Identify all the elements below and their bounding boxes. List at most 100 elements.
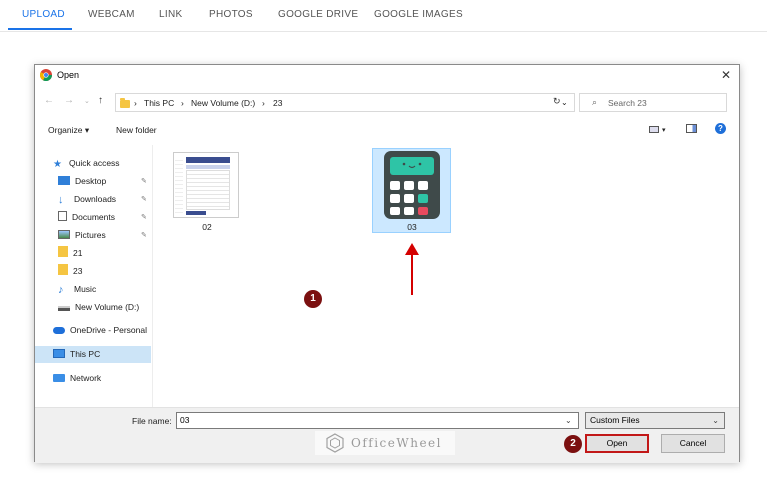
file-item-02[interactable]: 02 — [169, 148, 245, 233]
file-name-03: 03 — [407, 222, 417, 232]
open-button[interactable]: Open — [585, 434, 649, 453]
breadcrumb-folder-23[interactable]: 23 — [273, 98, 282, 108]
sidebar-item-downloads[interactable]: ↓ Downloads — [58, 191, 116, 207]
step-badge-2: 2 — [564, 435, 582, 453]
file-name-label: File name: — [132, 416, 172, 426]
forward-arrow-icon[interactable]: → — [64, 95, 74, 106]
sidebar-item-documents[interactable]: Documents — [58, 209, 115, 225]
folder-icon — [58, 246, 68, 257]
tab-webcam[interactable]: WEBCAM — [88, 9, 135, 20]
upload-tab-bar: UPLOAD WEBCAM LINK PHOTOS GOOGLE DRIVE G… — [0, 0, 767, 32]
folder-icon — [120, 98, 130, 108]
up-arrow-icon[interactable]: ↑ — [98, 95, 103, 106]
sidebar-item-label: New Volume (D:) — [75, 302, 140, 312]
chevron-down-icon[interactable]: ⌄ — [561, 98, 568, 107]
spreadsheet-thumbnail — [173, 152, 239, 218]
sidebar-item-label: 23 — [73, 266, 83, 276]
desktop-icon — [58, 176, 70, 185]
sidebar-item-label: Pictures — [75, 230, 106, 240]
tab-google-images[interactable]: GOOGLE IMAGES — [374, 9, 463, 20]
pin-icon: ✎ — [141, 196, 147, 203]
sidebar-item-desktop[interactable]: Desktop — [58, 173, 106, 189]
breadcrumb-separator: › — [262, 98, 265, 108]
cancel-button[interactable]: Cancel — [661, 434, 725, 453]
view-options-icon[interactable]: ▾ — [649, 124, 666, 134]
address-bar[interactable]: › This PC › New Volume (D:) › 23 ⌄ — [115, 93, 575, 112]
download-icon: ↓ — [58, 194, 64, 206]
sidebar-item-folder-21[interactable]: 21 — [58, 245, 82, 261]
sidebar-item-folder-23[interactable]: 23 — [58, 263, 82, 279]
new-folder-button[interactable]: New folder — [116, 125, 157, 135]
folder-icon — [58, 264, 68, 275]
documents-icon — [58, 211, 67, 221]
sidebar-item-label: Documents — [72, 212, 115, 222]
tab-google-drive[interactable]: GOOGLE DRIVE — [278, 9, 358, 20]
pin-icon: ✎ — [141, 178, 147, 185]
preview-pane-icon[interactable] — [686, 124, 697, 135]
search-input[interactable]: Search 23 — [608, 98, 647, 108]
sidebar-item-label: This PC — [70, 349, 101, 359]
pictures-icon — [58, 230, 70, 239]
sidebar-item-label: 21 — [73, 248, 83, 258]
file-item-03[interactable]: 03 — [372, 148, 451, 233]
navigation-pane: ★ Quick access Desktop ↓ Downloads Documen… — [35, 145, 153, 407]
watermark-logo-icon — [326, 433, 344, 453]
file-name-02: 02 — [202, 222, 212, 232]
sidebar-item-this-pc[interactable]: This PC — [53, 346, 100, 362]
sidebar-item-label: Music — [74, 284, 97, 294]
sidebar-item-quick-access[interactable]: ★ Quick access — [53, 155, 120, 171]
tab-photos[interactable]: PHOTOS — [209, 9, 253, 20]
pin-icon: ✎ — [141, 214, 147, 221]
sidebar-item-network[interactable]: Network — [53, 370, 101, 386]
calculator-icon — [384, 151, 440, 219]
cloud-icon — [53, 327, 65, 334]
pc-icon — [53, 349, 65, 358]
help-icon[interactable]: ? — [715, 123, 726, 134]
navigation-row: ← → ⌄ ↑ › This PC › New Volume (D:) › 23… — [35, 91, 739, 113]
annotation-arrow — [411, 253, 413, 295]
breadcrumb-new-volume[interactable]: New Volume (D:) — [191, 98, 255, 108]
music-icon: ♪ — [58, 284, 64, 296]
recent-locations-icon[interactable]: ⌄ — [84, 97, 90, 105]
sidebar-item-label: Downloads — [74, 194, 117, 204]
breadcrumb-separator: › — [134, 98, 137, 108]
file-type-select[interactable]: Custom Files ⌄ — [585, 412, 725, 429]
breadcrumb-this-pc[interactable]: This PC — [144, 98, 174, 108]
watermark-text: OfficeWheel — [351, 436, 442, 450]
refresh-icon[interactable]: ↻ — [553, 96, 561, 107]
breadcrumb-separator: › — [181, 98, 184, 108]
chrome-icon — [40, 69, 52, 81]
chevron-down-icon: ⌄ — [712, 416, 719, 425]
close-icon[interactable]: ✕ — [721, 68, 731, 82]
sidebar-item-label: Desktop — [75, 176, 107, 186]
sidebar-item-label: Quick access — [69, 158, 120, 168]
dialog-toolbar: Organize ▾ New folder ▾ ? — [35, 121, 739, 139]
search-icon: ⌕ — [592, 97, 598, 107]
file-list: 02 03 1 — [161, 145, 736, 407]
dialog-title: Open — [57, 70, 80, 80]
sidebar-item-music[interactable]: ♪ Music — [58, 281, 96, 297]
dialog-titlebar: Open ✕ — [35, 65, 739, 87]
pin-icon: ✎ — [141, 232, 147, 239]
network-icon — [53, 374, 65, 382]
tab-upload[interactable]: UPLOAD — [22, 9, 65, 20]
drive-icon — [58, 306, 70, 311]
search-box[interactable]: ⌕ Search 23 — [579, 93, 727, 112]
organize-button[interactable]: Organize ▾ — [48, 125, 89, 136]
sidebar-item-new-volume[interactable]: New Volume (D:) — [58, 299, 139, 315]
back-arrow-icon[interactable]: ← — [44, 95, 54, 106]
sidebar-item-pictures[interactable]: Pictures — [58, 227, 106, 243]
file-type-value: Custom Files — [590, 415, 640, 425]
sidebar-item-onedrive[interactable]: OneDrive - Personal — [53, 322, 147, 338]
star-icon: ★ — [53, 159, 62, 170]
sidebar-item-label: Network — [70, 373, 102, 383]
watermark: OfficeWheel — [315, 431, 455, 455]
tab-link[interactable]: LINK — [159, 9, 182, 20]
step-badge-1: 1 — [304, 290, 322, 308]
open-file-dialog: Open ✕ ← → ⌄ ↑ › This PC › New Volume (D… — [34, 64, 740, 463]
chevron-down-icon[interactable]: ⌄ — [565, 416, 572, 425]
dialog-footer: File name: 03 ⌄ Custom Files ⌄ OfficeWhe… — [35, 407, 739, 463]
file-name-field[interactable]: 03 — [176, 412, 579, 429]
active-tab-indicator — [8, 28, 72, 30]
sidebar-item-label: OneDrive - Personal — [70, 325, 148, 335]
